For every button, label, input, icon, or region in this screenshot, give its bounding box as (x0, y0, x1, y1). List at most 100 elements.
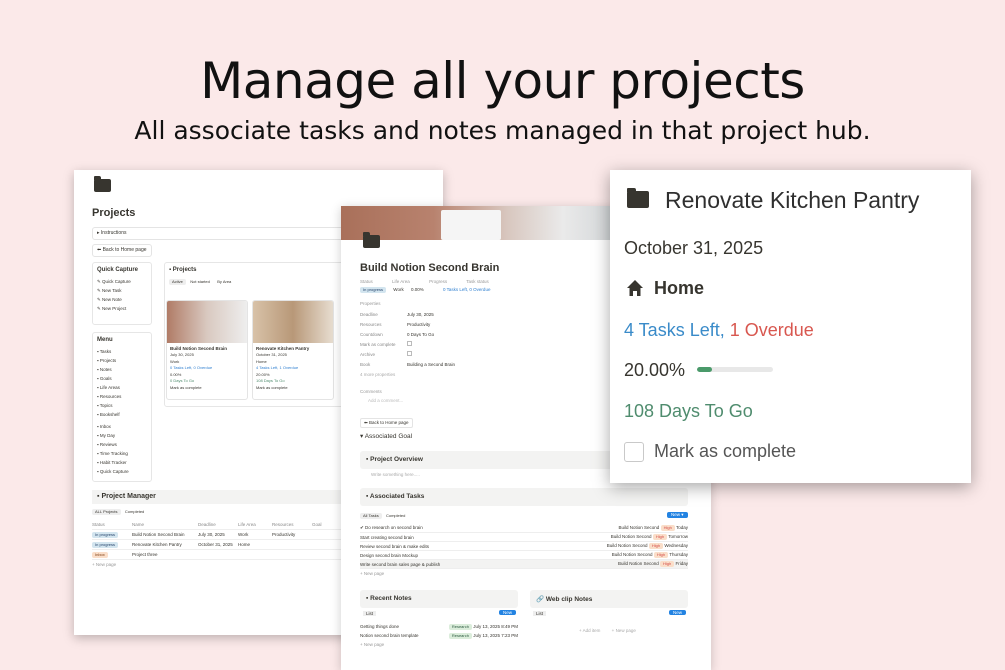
web-clip-new-button[interactable]: New (669, 610, 687, 615)
recent-notes-label: Recent Notes (370, 595, 412, 602)
project-card-cover (253, 301, 333, 343)
name-cell: Project three (132, 552, 158, 557)
new-page-button[interactable]: + New page (360, 569, 688, 576)
menu-item-topics[interactable]: ▪ Topics (97, 401, 147, 410)
quick-capture-item[interactable]: ✎ Quick Capture (97, 277, 147, 286)
property-value: July 30, 2025 (407, 312, 434, 317)
task-name: Design second brain Mockup (360, 552, 419, 558)
life-area-value[interactable]: Work (393, 287, 403, 292)
property-row[interactable]: Archive (360, 350, 560, 360)
list-item[interactable]: Design second brain Mockup Build Notion S… (360, 551, 688, 560)
new-page-label: New page (363, 642, 385, 647)
status-badge[interactable]: In progress (360, 287, 387, 293)
menu-item-quick-capture[interactable]: ▪ Quick Capture (97, 467, 147, 476)
task-when: Thursday (669, 552, 688, 557)
filter-active[interactable]: Active (169, 279, 186, 285)
menu-item-inbox[interactable]: ▪ Inbox (97, 422, 147, 431)
overview-input[interactable]: Write something here..... (371, 472, 420, 477)
menu-item-goals[interactable]: ▪ Goals (97, 374, 147, 383)
more-properties-button[interactable]: 4 more properties (360, 370, 560, 380)
projects-panel-label: Projects (172, 267, 197, 273)
priority-badge: High (648, 543, 664, 549)
new-page-button[interactable]: + New page (612, 628, 636, 633)
recent-notes-new-button[interactable]: New (499, 610, 517, 615)
tab-completed[interactable]: Completed (383, 513, 408, 519)
project-title: Renovate Kitchen Pantry (665, 187, 920, 213)
checkbox[interactable] (407, 341, 412, 346)
filter-not-started[interactable]: Not started (187, 279, 213, 285)
new-page-label: New page (95, 562, 117, 567)
add-item-button[interactable]: + Add item (579, 628, 600, 633)
list-item[interactable]: Write second brain sales page & publish B… (360, 560, 688, 569)
menu-item-label: Projects (99, 358, 117, 363)
list-item[interactable]: Review second brain & make edits Build No… (360, 542, 688, 551)
status-badge: In progress (92, 531, 119, 538)
filter-by-area[interactable]: By Area (214, 279, 234, 285)
add-comment-input[interactable]: Add a comment... (368, 398, 403, 403)
project-card-complete[interactable]: Mark as complete (253, 385, 333, 392)
folder-icon (363, 232, 380, 248)
comments-label: Comments (360, 389, 382, 394)
overdue-count: 1 Overdue (729, 320, 814, 340)
recent-notes-list-tab[interactable]: List (363, 611, 377, 616)
hero-title: Manage all your projects (200, 52, 805, 110)
new-task-label: New Task (102, 288, 122, 293)
menu-item-label: Inbox (99, 424, 111, 429)
tab-all-tasks[interactable]: All Tasks (360, 513, 382, 519)
project-card[interactable]: Build Notion Second Brain July 30, 2025 … (166, 300, 248, 400)
menu-item-tasks[interactable]: ▪ Tasks (97, 347, 147, 356)
menu-item-reviews[interactable]: ▪ Reviews (97, 440, 147, 449)
menu-item-notes[interactable]: ▪ Notes (97, 365, 147, 374)
web-clip-list-tab[interactable]: List (533, 611, 547, 616)
associated-goal-toggle[interactable]: ▾ Associated Goal (360, 432, 412, 440)
property-row[interactable]: Resources Productivity (360, 320, 560, 330)
project-card[interactable]: Renovate Kitchen Pantry October 31, 2025… (252, 300, 334, 400)
list-item[interactable]: Notion second brain template Research Jul… (360, 631, 518, 640)
property-row[interactable]: Book Building a Second Brain (360, 360, 560, 370)
projects-filter-bar: Active Not started By Area (169, 279, 339, 286)
note-name: Getting things done (360, 624, 400, 629)
property-value: 0 Days To Go (407, 332, 435, 337)
area-cell: Home (238, 542, 251, 547)
list-item[interactable]: Start creating second brain Build Notion … (360, 533, 688, 542)
new-note-button[interactable]: ✎ New Note (97, 295, 147, 304)
note-name: Notion second brain template (360, 633, 419, 638)
new-task-button[interactable]: ✎ New Task (97, 286, 147, 295)
menu-item-habit-tracker[interactable]: ▪ Habit Tracker (97, 458, 147, 467)
list-item[interactable]: Getting things done Research July 13, 202… (360, 622, 518, 631)
task-project: Build Notion Second (618, 525, 660, 530)
column-name: Name (132, 522, 145, 527)
menu-item-label: My Day (99, 433, 116, 438)
property-key: Resources (360, 322, 382, 327)
property-row[interactable]: Deadline July 30, 2025 (360, 310, 560, 320)
progress-bar (697, 367, 773, 372)
menu-item-life-areas[interactable]: ▪ Life Areas (97, 383, 147, 392)
tab-all-projects[interactable]: ALL Projects (92, 509, 121, 515)
menu-item-time-tracking[interactable]: ▪ Time Tracking (97, 449, 147, 458)
deadline-cell: October 31, 2025 (198, 542, 233, 547)
new-page-button[interactable]: + New page (360, 640, 518, 647)
menu-item-projects[interactable]: ▪ Projects (97, 356, 147, 365)
back-home-button[interactable]: ⬅ Back to Home page (360, 418, 413, 428)
checkbox[interactable] (407, 351, 412, 356)
note-tag: Research (448, 623, 472, 630)
menu-item-label: Reviews (99, 442, 117, 447)
menu-item-resources[interactable]: ▪ Resources (97, 392, 147, 401)
property-row[interactable]: Countdown 0 Days To Go (360, 330, 560, 340)
back-home-button[interactable]: ⬅ Back to Home page (92, 244, 152, 257)
menu-item-label: Tasks (99, 349, 112, 354)
task-name: Start creating second brain (360, 534, 414, 540)
project-card-zoom: Renovate Kitchen Pantry October 31, 2025… (610, 170, 971, 483)
complete-checkbox[interactable] (624, 442, 644, 462)
property-row[interactable]: Mark as complete (360, 340, 560, 350)
menu-item-label: Time Tracking (99, 451, 128, 456)
deadline-cell: July 30, 2025 (198, 532, 225, 537)
new-project-button[interactable]: ✎ New Project (97, 304, 147, 313)
menu-item-bookshelf[interactable]: ▪ Bookshelf (97, 410, 147, 419)
new-task-button[interactable]: New ▾ (667, 512, 688, 518)
tab-completed[interactable]: Completed (122, 509, 147, 515)
menu-item-label: Bookshelf (99, 412, 120, 417)
menu-item-my-day[interactable]: ▪ My Day (97, 431, 147, 440)
list-item[interactable]: ✔ Do research on second brain Build Notio… (360, 524, 688, 533)
project-card-complete[interactable]: Mark as complete (167, 385, 247, 392)
